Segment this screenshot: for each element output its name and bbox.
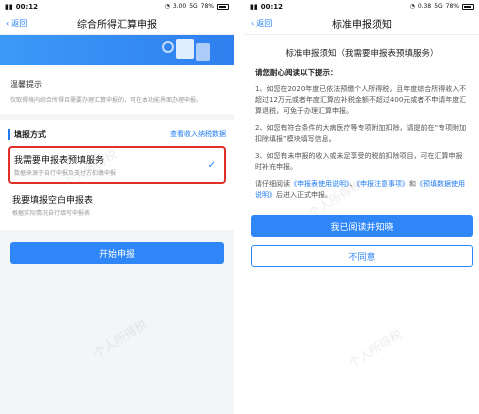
status-bar: ▮▮ 00:12 ◔ 0.38 5G 78% xyxy=(245,0,479,13)
battery-level: 78% xyxy=(200,3,214,10)
watermark: 个人所得税 xyxy=(91,317,150,361)
battery-level: 78% xyxy=(445,3,459,10)
method-label: 填报方式 xyxy=(8,128,46,140)
chevron-left-icon: ‹ xyxy=(251,19,255,28)
view-income-link[interactable]: 查看收入纳税数据 xyxy=(170,129,226,139)
net-speed: 0.38 xyxy=(417,3,432,10)
start-button[interactable]: 开始申报 xyxy=(10,242,224,264)
battery-icon xyxy=(217,3,229,10)
notes-link[interactable]: 《申报注意事项》 xyxy=(357,180,410,188)
notice-subheading: 请您耐心阅读以下提示： xyxy=(255,68,338,77)
notice-item-2: 2、如您有符合条件的大病医疗等专项附加扣除，请提前在“专项附加扣除填报”模块填写… xyxy=(255,124,467,143)
option-blank-desc: 根据实际情况自行填写申报表 xyxy=(12,210,91,217)
check-icon: ✓ xyxy=(207,160,216,171)
method-header: 填报方式 查看收入纳税数据 xyxy=(8,126,226,142)
usage-guide-link[interactable]: 《申报表使用说明》 xyxy=(290,180,350,188)
watermark: 个人所得税 xyxy=(346,327,405,371)
notice-content: 标准申报须知（我需要申报表预填服务） 请您耐心阅读以下提示： 1、如您在2020… xyxy=(245,35,479,201)
option-prefill-title: 我需要申报表预填服务 xyxy=(14,156,105,166)
method-section: 填报方式 查看收入纳税数据 我需要申报表预填服务 数据来源于自行申报及支付方扣缴… xyxy=(0,120,234,230)
signal-icon: ▮▮ xyxy=(250,2,258,11)
tips-card: 温馨提示 仅取得境内综合所得且需要办理汇算申报的，可在本功能界面办理申报。 xyxy=(0,65,234,114)
read-docs-suffix: 后进入正式申报。 xyxy=(276,191,332,199)
net-speed: 3.00 xyxy=(172,3,187,10)
signal-icon: ▮▮ xyxy=(5,2,13,11)
tips-text: 仅取得境内综合所得且需要办理汇算申报的，可在本功能界面办理申报。 xyxy=(10,97,203,104)
nav-bar: ‹ 返回 标准申报须知 xyxy=(245,13,479,35)
wifi-icon: ◔ xyxy=(164,3,170,10)
back-button[interactable]: ‹ 返回 xyxy=(251,18,272,29)
chart-illustration-icon xyxy=(196,43,210,61)
banner-image xyxy=(0,35,234,65)
option-blank-title: 我要填报空白申报表 xyxy=(12,196,94,206)
network-type: 5G xyxy=(434,3,443,10)
separator: 和 xyxy=(409,180,416,188)
status-bar: ▮▮ 00:12 ◔ 3.00 5G 78% xyxy=(0,0,234,13)
back-button[interactable]: ‹ 返回 xyxy=(6,18,27,29)
battery-icon xyxy=(462,3,474,10)
clock: 00:12 xyxy=(260,2,284,11)
tips-title: 温馨提示 xyxy=(10,80,42,89)
notice-item-3: 3、如您有未申报的收入或未足享受的税前扣除项目，可在汇算申报时补充申报。 xyxy=(255,152,463,171)
document-illustration-icon xyxy=(176,39,194,59)
right-screen: ▮▮ 00:12 ◔ 0.38 5G 78% ‹ 返回 标准申报须知 标准申报须知… xyxy=(245,0,479,414)
chevron-left-icon: ‹ xyxy=(6,19,10,28)
disagree-button[interactable]: 不同意 xyxy=(251,245,473,267)
divider xyxy=(234,0,245,414)
decoration-ring xyxy=(162,41,174,53)
option-prefill-desc: 数据来源于自行申报及支付方扣缴申报 xyxy=(14,170,117,177)
page-title: 标准申报须知 xyxy=(332,20,392,31)
back-label: 返回 xyxy=(11,19,28,28)
left-screen: ▮▮ 00:12 ◔ 3.00 5G 78% ‹ 返回 综合所得汇算申报 温馨提示… xyxy=(0,0,234,414)
notice-item-1: 1、如您在2020年度已依法预缴个人所得税，且年度综合所得收入不超过12万元或者… xyxy=(255,85,467,115)
clock: 00:12 xyxy=(15,2,39,11)
option-blank[interactable]: 我要填报空白申报表 根据实际情况自行填写申报表 xyxy=(8,188,226,222)
option-prefill[interactable]: 我需要申报表预填服务 数据来源于自行申报及支付方扣缴申报 ✓ xyxy=(8,146,226,184)
notice-heading: 标准申报须知（我需要申报表预填服务） xyxy=(285,49,439,59)
page-title: 综合所得汇算申报 xyxy=(77,20,157,31)
back-label: 返回 xyxy=(256,19,273,28)
network-type: 5G xyxy=(189,3,198,10)
nav-bar: ‹ 返回 综合所得汇算申报 xyxy=(0,13,234,35)
separator: 、 xyxy=(349,180,357,188)
notice-read-docs: 请仔细阅读《申报表使用说明》、《申报注意事项》和《预填数据使用说明》后进入正式申… xyxy=(255,179,469,201)
wifi-icon: ◔ xyxy=(409,3,415,10)
read-docs-prefix: 请仔细阅读 xyxy=(255,180,290,188)
confirm-button[interactable]: 我已阅读并知晓 xyxy=(251,215,473,237)
